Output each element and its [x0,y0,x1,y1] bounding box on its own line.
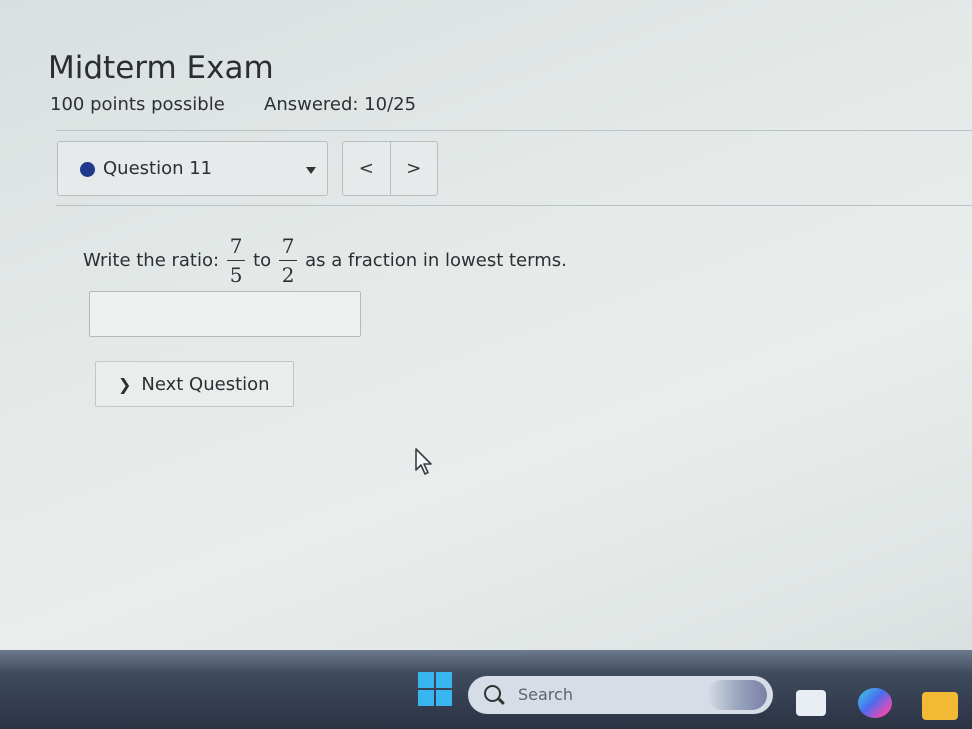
exam-page: Midterm Exam 100 points possible Answere… [0,0,972,650]
question-connector: to [253,249,272,271]
task-view-icon[interactable] [796,690,826,716]
question-nav-group: < > [342,141,438,196]
mouse-cursor-icon [415,448,432,475]
points-possible: 100 points possible [50,94,225,115]
question-prefix: Write the ratio: [83,249,220,271]
fraction-first: 7 5 [227,233,246,287]
question-select[interactable]: Question 11 [57,141,328,196]
exam-meta: 100 points possible Answered: 10/25 [50,94,416,115]
divider-bottom [56,205,972,206]
caret-down-icon [306,167,316,174]
taskbar-search-placeholder: Search [518,685,573,704]
answered-count: Answered: 10/25 [264,94,417,115]
current-question-dot [80,162,95,177]
taskbar-search[interactable]: Search [468,676,773,714]
page-title: Midterm Exam [48,50,274,86]
chevron-right-icon: ❯ [118,374,132,394]
search-icon [484,685,501,702]
next-question-button[interactable]: ❯ Next Question [95,361,294,407]
question-suffix: as a fraction in lowest terms. [305,249,567,271]
file-explorer-icon[interactable] [922,692,958,720]
previous-question-button[interactable]: < [343,142,391,195]
fraction-second: 7 2 [279,233,298,287]
divider-top [56,130,972,131]
fraction-first-numerator: 7 [229,233,243,258]
copilot-icon[interactable] [858,688,892,718]
next-question-arrow-button[interactable]: > [391,142,438,195]
fraction-bar [227,259,246,261]
fraction-second-denominator: 2 [281,262,295,287]
search-highlight-icon [707,680,767,710]
windows-start-icon[interactable] [418,672,452,706]
fraction-first-denominator: 5 [229,262,243,287]
next-question-label: Next Question [141,373,270,395]
fraction-second-numerator: 7 [281,233,295,258]
answer-input[interactable] [89,291,361,337]
question-select-label: Question 11 [103,158,213,179]
question-text: Write the ratio: 7 5 to 7 2 as a fractio… [83,228,567,292]
fraction-bar [279,259,298,261]
